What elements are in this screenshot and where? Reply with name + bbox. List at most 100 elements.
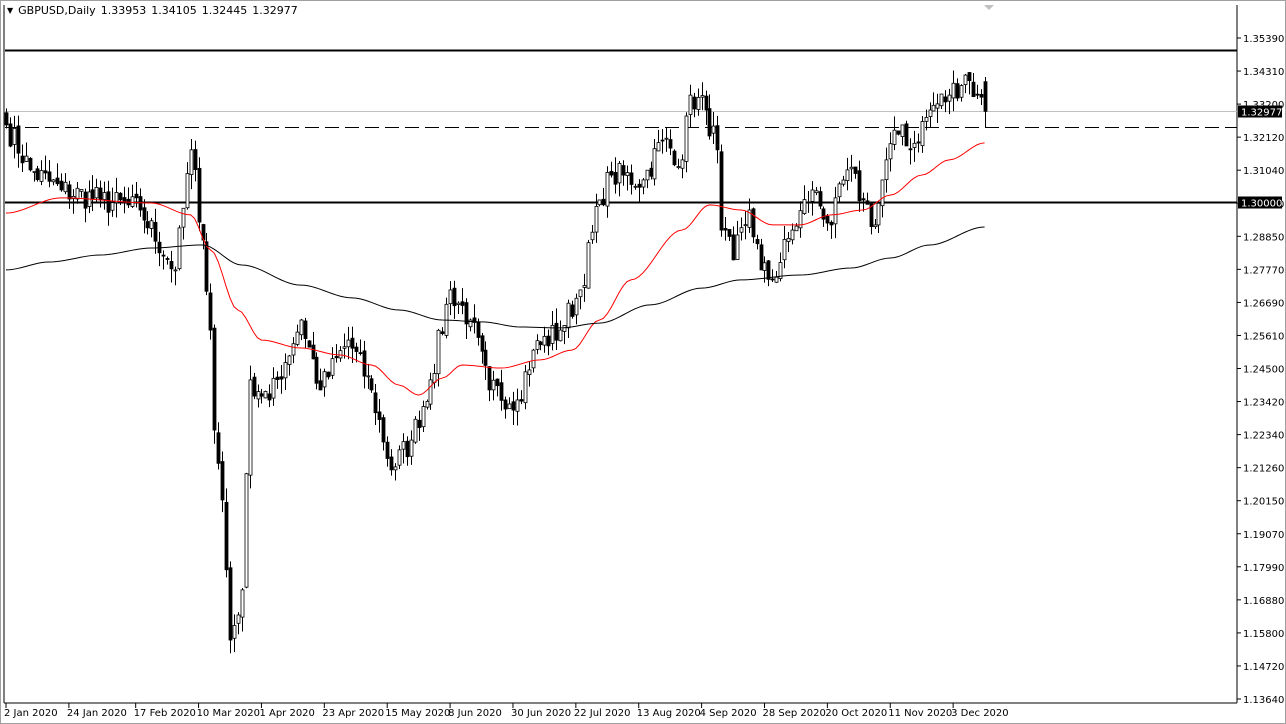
- candle-bear: [134, 193, 139, 199]
- candle-bear: [4, 112, 9, 126]
- candle-bull: [236, 614, 241, 624]
- candle-bear: [55, 177, 60, 185]
- candle-bear: [660, 139, 665, 142]
- candle-bear: [672, 150, 677, 166]
- x-tick-label: 2 Jan 2020: [4, 708, 58, 719]
- x-tick-label: 24 Jan 2020: [67, 708, 127, 719]
- candle-bull: [185, 173, 190, 209]
- candle-bull: [892, 129, 897, 145]
- candle-bull: [645, 169, 650, 181]
- candle-bear: [861, 198, 866, 201]
- candle-bear: [979, 94, 984, 98]
- candle-bull: [346, 339, 351, 348]
- candle-bear: [983, 81, 988, 112]
- candle-bull: [515, 399, 520, 412]
- candle-bear: [825, 215, 830, 224]
- candle-bear: [480, 335, 485, 352]
- candle-bull: [342, 346, 347, 349]
- candle-bull: [574, 297, 579, 316]
- candle-bull: [51, 179, 56, 183]
- candle-bull: [656, 142, 661, 152]
- candle-bull: [75, 187, 80, 200]
- candle-bear: [759, 244, 764, 271]
- candle-bear: [314, 356, 319, 384]
- candle-bull: [456, 302, 461, 305]
- y-tick-label: 1.17990: [1243, 563, 1284, 574]
- candle-bull: [535, 340, 540, 350]
- candle-bear: [621, 165, 626, 176]
- candle-bear: [106, 191, 111, 213]
- candle-bull: [951, 82, 956, 99]
- candle-bear: [47, 171, 52, 182]
- candle-bear: [609, 170, 614, 176]
- candle-bear: [865, 200, 870, 205]
- candle-bear: [967, 72, 972, 82]
- price-chart[interactable]: 1.353901.343101.332001.321201.310401.299…: [0, 0, 1286, 724]
- candle-bear: [546, 335, 551, 347]
- candle-bear: [216, 432, 221, 464]
- candle-bull: [888, 143, 893, 160]
- candle-bear: [193, 149, 198, 170]
- candle-bear: [381, 417, 386, 443]
- candle-bear: [334, 356, 339, 359]
- candle-bull: [786, 238, 791, 242]
- candle-bear: [511, 401, 516, 411]
- candle-bear: [943, 96, 948, 103]
- candle-bull: [149, 220, 154, 229]
- y-tick-label: 1.21260: [1243, 464, 1284, 475]
- candle-bear: [821, 208, 826, 220]
- price-label: 1.32977: [1241, 108, 1282, 119]
- candle-bear: [975, 93, 980, 96]
- candle-bear: [169, 261, 174, 270]
- candle-bear: [212, 327, 217, 431]
- price-label: 1.30000: [1241, 199, 1282, 210]
- candle-bear: [704, 95, 709, 111]
- candle-bull: [873, 224, 878, 228]
- candle-bull: [928, 109, 933, 117]
- candle-bull: [558, 329, 563, 342]
- candle-bear: [570, 304, 575, 317]
- y-tick-label: 1.15800: [1243, 629, 1284, 640]
- candle-bull: [849, 166, 854, 170]
- candle-bear: [275, 376, 280, 380]
- candle-bear: [326, 371, 331, 378]
- candle-bull: [299, 319, 304, 336]
- x-tick-label: 13 Aug 2020: [637, 708, 701, 719]
- candle-bear: [43, 170, 48, 174]
- candle-bull: [248, 379, 253, 476]
- candle-bull: [959, 85, 964, 98]
- x-tick-label: 1 Apr 2020: [259, 708, 314, 719]
- x-tick-label: 8 Jun 2020: [448, 708, 502, 719]
- candle-bull: [240, 589, 245, 618]
- candle-bear: [220, 461, 225, 501]
- candle-bull: [542, 335, 547, 346]
- candle-bull: [283, 362, 288, 379]
- candle-bear: [83, 191, 88, 209]
- candle-bull: [633, 185, 638, 188]
- candle-bull: [876, 202, 881, 226]
- candle-bull: [700, 95, 705, 98]
- candle-bull: [837, 183, 842, 198]
- x-tick-label: 30 Jun 2020: [511, 708, 571, 719]
- candle-bear: [369, 378, 374, 391]
- shift-marker-icon: [984, 5, 994, 10]
- candle-bear: [35, 168, 40, 180]
- candle-bear: [307, 340, 312, 348]
- candle-bear: [460, 301, 465, 306]
- y-tick-label: 1.34310: [1243, 67, 1284, 78]
- candle-bear: [267, 393, 272, 401]
- candle-bull: [79, 189, 84, 192]
- candle-bear: [20, 155, 25, 164]
- candle-bear: [303, 320, 308, 339]
- y-tick-label: 1.27770: [1243, 265, 1284, 276]
- candle-bull: [782, 239, 787, 261]
- candle-bull: [130, 196, 135, 207]
- candle-bull: [880, 179, 885, 207]
- candle-bear: [495, 378, 500, 387]
- y-tick-label: 1.19070: [1243, 530, 1284, 541]
- x-tick-label: 11 Nov 2020: [888, 708, 952, 719]
- candles: [4, 70, 988, 654]
- candle-bull: [330, 358, 335, 376]
- y-tick-label: 1.24500: [1243, 365, 1284, 376]
- x-tick-label: 17 Feb 2020: [134, 708, 196, 719]
